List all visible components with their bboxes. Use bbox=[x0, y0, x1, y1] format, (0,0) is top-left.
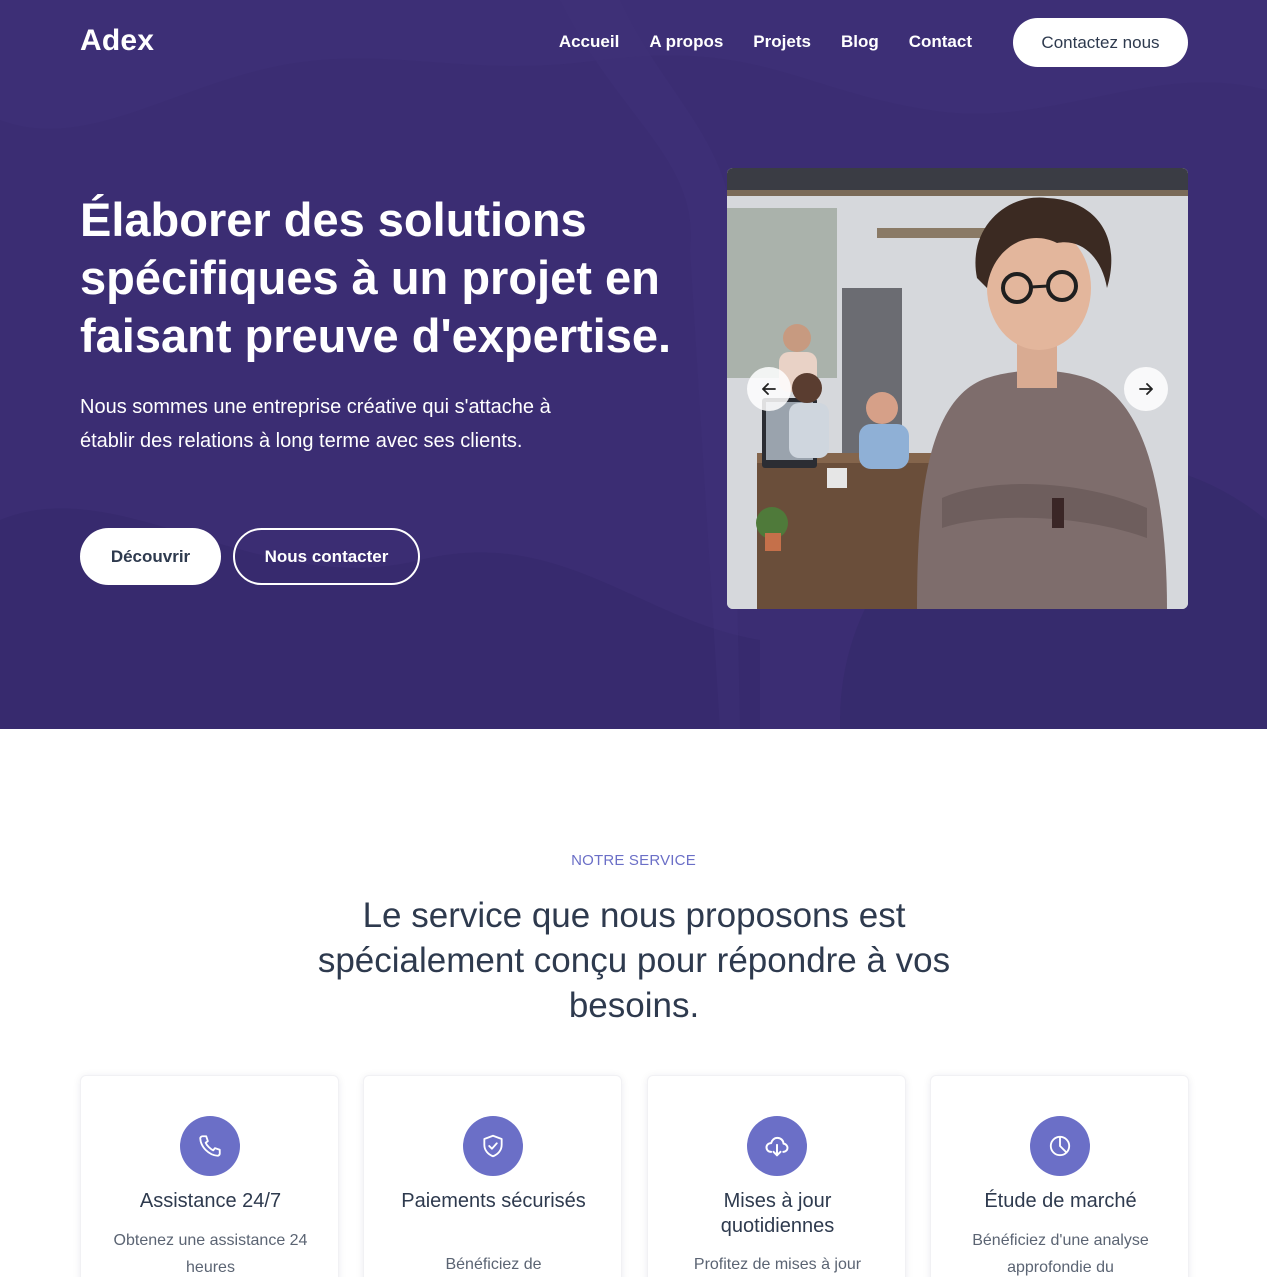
contact-us-button[interactable]: Contactez nous bbox=[1013, 18, 1188, 67]
site-header: Adex Accueil A propos Projets Blog Conta… bbox=[0, 0, 1267, 86]
hero-title: Élaborer des solutions spécifiques à un … bbox=[80, 193, 672, 362]
pie-chart-icon bbox=[1049, 1135, 1071, 1157]
phone-icon bbox=[199, 1135, 221, 1157]
nav-item-projets[interactable]: Projets bbox=[753, 31, 811, 53]
card-icon-circle bbox=[180, 1116, 240, 1176]
contact-us-outline-button[interactable]: Nous contacter bbox=[233, 528, 420, 585]
main-nav: Accueil A propos Projets Blog Contact bbox=[559, 31, 972, 53]
service-card[interactable]: Étude de marché Bénéficiez d'une analyse… bbox=[930, 1075, 1189, 1277]
card-description: Bénéficiez d'une analyse approfondie du bbox=[972, 1232, 1149, 1276]
shield-check-icon bbox=[483, 1134, 503, 1158]
arrow-left-icon bbox=[762, 383, 776, 395]
card-title: Étude de marché bbox=[984, 1190, 1137, 1212]
arrow-right-icon bbox=[1139, 383, 1153, 395]
nav-item-a-propos[interactable]: A propos bbox=[649, 31, 723, 53]
service-card[interactable]: Paiements sécurisés Bénéficiez de bbox=[363, 1075, 622, 1277]
card-description: Obtenez une assistance 24 heures bbox=[113, 1232, 308, 1276]
service-card[interactable]: Mises à jour quotidiennes Profitez de mi… bbox=[647, 1075, 906, 1277]
card-title: Mises à jour quotidiennes bbox=[720, 1190, 835, 1237]
cloud-download-icon bbox=[765, 1136, 789, 1157]
hero-image-slider bbox=[727, 168, 1188, 609]
nav-item-blog[interactable]: Blog bbox=[841, 31, 879, 53]
hero-photo bbox=[727, 168, 1188, 609]
slider-next-button[interactable] bbox=[1124, 367, 1168, 411]
card-description: Profitez de mises à jour bbox=[693, 1256, 862, 1273]
card-icon-circle bbox=[747, 1116, 807, 1176]
slider-prev-button[interactable] bbox=[747, 367, 791, 411]
card-icon-circle bbox=[1030, 1116, 1090, 1176]
card-description: Bénéficiez de bbox=[445, 1256, 542, 1273]
services-title: Le service que nous proposons est spécia… bbox=[317, 896, 951, 1025]
logo[interactable]: Adex bbox=[80, 24, 154, 58]
discover-button[interactable]: Découvrir bbox=[80, 528, 221, 585]
card-title: Assistance 24/7 bbox=[139, 1190, 282, 1212]
card-title: Paiements sécurisés bbox=[401, 1190, 586, 1212]
hero-section: Adex Accueil A propos Projets Blog Conta… bbox=[0, 0, 1267, 729]
nav-item-contact[interactable]: Contact bbox=[909, 31, 972, 53]
nav-item-accueil[interactable]: Accueil bbox=[559, 31, 619, 53]
card-icon-circle bbox=[463, 1116, 523, 1176]
services-eyebrow: NOTRE SERVICE bbox=[571, 852, 696, 869]
service-card[interactable]: Assistance 24/7 Obtenez une assistance 2… bbox=[80, 1075, 339, 1277]
hero-subtitle: Nous sommes une entreprise créative qui … bbox=[80, 396, 551, 452]
